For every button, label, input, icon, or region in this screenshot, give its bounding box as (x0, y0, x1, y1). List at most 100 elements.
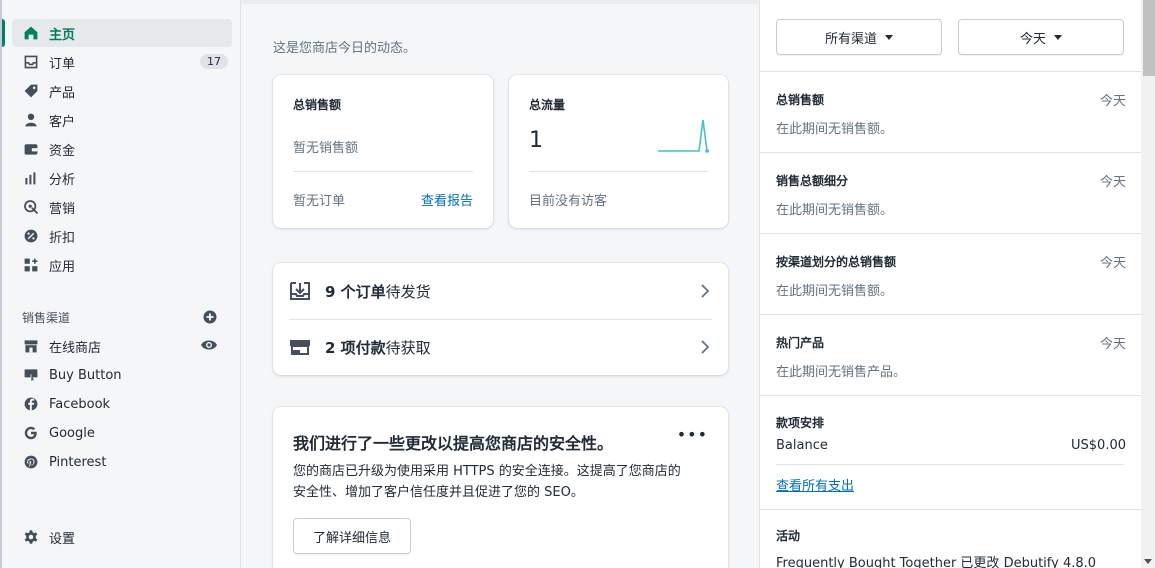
home-icon (22, 24, 40, 42)
sidebar-item-home[interactable]: 主页 (12, 19, 232, 47)
bar-chart-icon (22, 169, 40, 187)
sidebar-item-online-store[interactable]: 在线商店 (12, 332, 232, 360)
sidebar-item-buy-button[interactable]: Buy Button (12, 361, 232, 389)
report-period: 今天 (1099, 175, 1126, 190)
balance-value: US$0.00 (1071, 438, 1126, 453)
total-traffic-card: 总流量 1 目前没有访客 (509, 75, 728, 228)
report-title: 销售总额细分 (776, 174, 849, 188)
store-icon (22, 337, 40, 355)
sidebar-item-facebook[interactable]: Facebook (12, 390, 232, 418)
report-period: 今天 (1099, 94, 1126, 109)
view-store-eye-icon[interactable] (200, 338, 218, 352)
report-period: 今天 (1099, 337, 1126, 352)
view-all-payouts-link[interactable]: 查看所有支出 (776, 475, 854, 494)
facebook-icon (22, 395, 40, 413)
sidebar-item-label: 分析 (49, 172, 76, 188)
date-range-select[interactable]: 今天 (958, 19, 1124, 55)
sidebar-item-google[interactable]: Google (12, 419, 232, 447)
report-text: 在此期间无销售额。 (776, 284, 894, 299)
report-period: 今天 (1099, 256, 1126, 271)
activity-item[interactable]: Frequently Bought Together 已更改 Debutify … (776, 552, 1096, 568)
report-title: 按渠道划分的总销售额 (776, 255, 897, 269)
discount-icon (22, 227, 40, 245)
sidebar-item-settings[interactable]: 设置 (12, 523, 232, 551)
traffic-sparkline (658, 119, 709, 153)
balance-label: Balance (776, 438, 828, 453)
sidebar-item-label: 主页 (49, 27, 76, 43)
report-text: 在此期间无销售额。 (776, 203, 894, 218)
sidebar-item-label: 设置 (49, 531, 76, 547)
report-sales-breakdown[interactable]: 销售总额细分 今天 在此期间无销售额。 (760, 153, 1142, 234)
inbox-icon (22, 53, 40, 71)
task-count: 9 个订单 (325, 282, 386, 301)
report-total-sales[interactable]: 总销售额 今天 在此期间无销售额。 (760, 72, 1142, 153)
sidebar-item-label: 客户 (49, 114, 76, 130)
chevron-right-icon (701, 340, 710, 354)
sidebar-item-finances[interactable]: 资金 (12, 135, 232, 163)
security-body: 您的商店已升级为使用采用 HTTPS 的安全连接。这提高了您商店的安全性、增加了… (293, 464, 681, 500)
sidebar-item-label: 产品 (49, 85, 76, 101)
sidebar-item-discounts[interactable]: 折扣 (12, 222, 232, 250)
learn-more-button[interactable]: 了解详细信息 (293, 518, 411, 554)
total-sales-card: 总销售额 暂无销售额 暂无订单 查看报告 (273, 75, 493, 228)
sidebar-item-customers[interactable]: 客户 (12, 106, 232, 134)
top-divider (241, 0, 758, 4)
pending-payments-task[interactable]: 2 项付款待获取 (273, 319, 728, 375)
right-panel: 所有渠道 今天 总销售额 今天 在此期间无销售额。 销售总额细分 今天 在此期间… (759, 0, 1142, 568)
unfulfilled-orders-task[interactable]: 9 个订单待发货 (273, 263, 728, 319)
wallet-icon (22, 140, 40, 158)
activity-section: 活动 Frequently Bought Together 已更改 Debuti… (760, 510, 1142, 568)
activity-title: 活动 (776, 529, 801, 543)
report-sales-by-channel[interactable]: 按渠道划分的总销售额 今天 在此期间无销售额。 (760, 234, 1142, 315)
tasks-card: 9 个订单待发货 2 项付款待获取 (273, 263, 728, 375)
more-actions-button[interactable]: ••• (677, 425, 708, 444)
total-sales-value: 暂无销售额 (293, 141, 359, 156)
page-subtitle: 这是您商店今日的动态。 (273, 41, 417, 56)
download-tray-icon (289, 281, 311, 301)
payouts-section: 款项安排 Balance US$0.00 查看所有支出 (760, 396, 1142, 510)
report-top-products[interactable]: 热门产品 今天 在此期间无销售产品。 (760, 315, 1142, 396)
person-icon (22, 111, 40, 129)
sidebar-item-marketing[interactable]: 营销 (12, 193, 232, 221)
date-select-value: 今天 (1019, 31, 1046, 47)
scroll-thumb[interactable] (1143, 0, 1155, 76)
scrollbar[interactable] (1141, 0, 1155, 568)
orders-count-badge: 17 (200, 54, 228, 69)
total-traffic-title: 总流量 (529, 98, 566, 112)
caret-down-icon (885, 34, 893, 40)
sidebar-item-label: Buy Button (49, 367, 122, 383)
scroll-down-arrow-icon[interactable] (1144, 559, 1152, 564)
sidebar-item-orders[interactable]: 订单 17 (12, 48, 232, 76)
sidebar-item-label: 应用 (49, 259, 76, 275)
channel-select-value: 所有渠道 (824, 31, 877, 47)
sidebar-item-label: 折扣 (49, 230, 76, 246)
gear-icon (22, 528, 40, 546)
sidebar-item-label: Google (49, 425, 95, 441)
sidebar: 主页 订单 17 产品 客户 资金 分析 营销 折扣 应用 销售渠道 在线商店 … (0, 0, 241, 568)
total-sales-title: 总销售额 (293, 98, 342, 112)
sidebar-item-analytics[interactable]: 分析 (12, 164, 232, 192)
view-report-link[interactable]: 查看报告 (421, 190, 473, 209)
sidebar-item-pinterest[interactable]: Pinterest (12, 448, 232, 476)
sidebar-item-label: 营销 (49, 201, 76, 217)
visitors-status: 目前没有访客 (529, 194, 608, 209)
sales-channels-title: 销售渠道 (22, 311, 71, 325)
add-channel-icon[interactable] (203, 310, 217, 324)
sidebar-item-label: Pinterest (49, 454, 107, 470)
buy-button-icon (22, 366, 40, 384)
channel-select[interactable]: 所有渠道 (776, 19, 942, 55)
payouts-title: 款项安排 (776, 416, 825, 430)
payment-icon (289, 337, 311, 357)
sidebar-edge (0, 0, 2, 568)
sidebar-item-label: 资金 (49, 143, 76, 159)
active-indicator (2, 19, 5, 47)
sidebar-item-products[interactable]: 产品 (12, 77, 232, 105)
report-title: 热门产品 (776, 336, 825, 350)
total-traffic-value: 1 (529, 128, 543, 153)
apps-icon (22, 256, 40, 274)
sidebar-item-label: 在线商店 (49, 340, 102, 356)
sidebar-item-apps[interactable]: 应用 (12, 251, 232, 279)
caret-down-icon (1054, 34, 1062, 40)
card-divider (529, 171, 708, 172)
sidebar-item-label: Facebook (49, 396, 111, 412)
